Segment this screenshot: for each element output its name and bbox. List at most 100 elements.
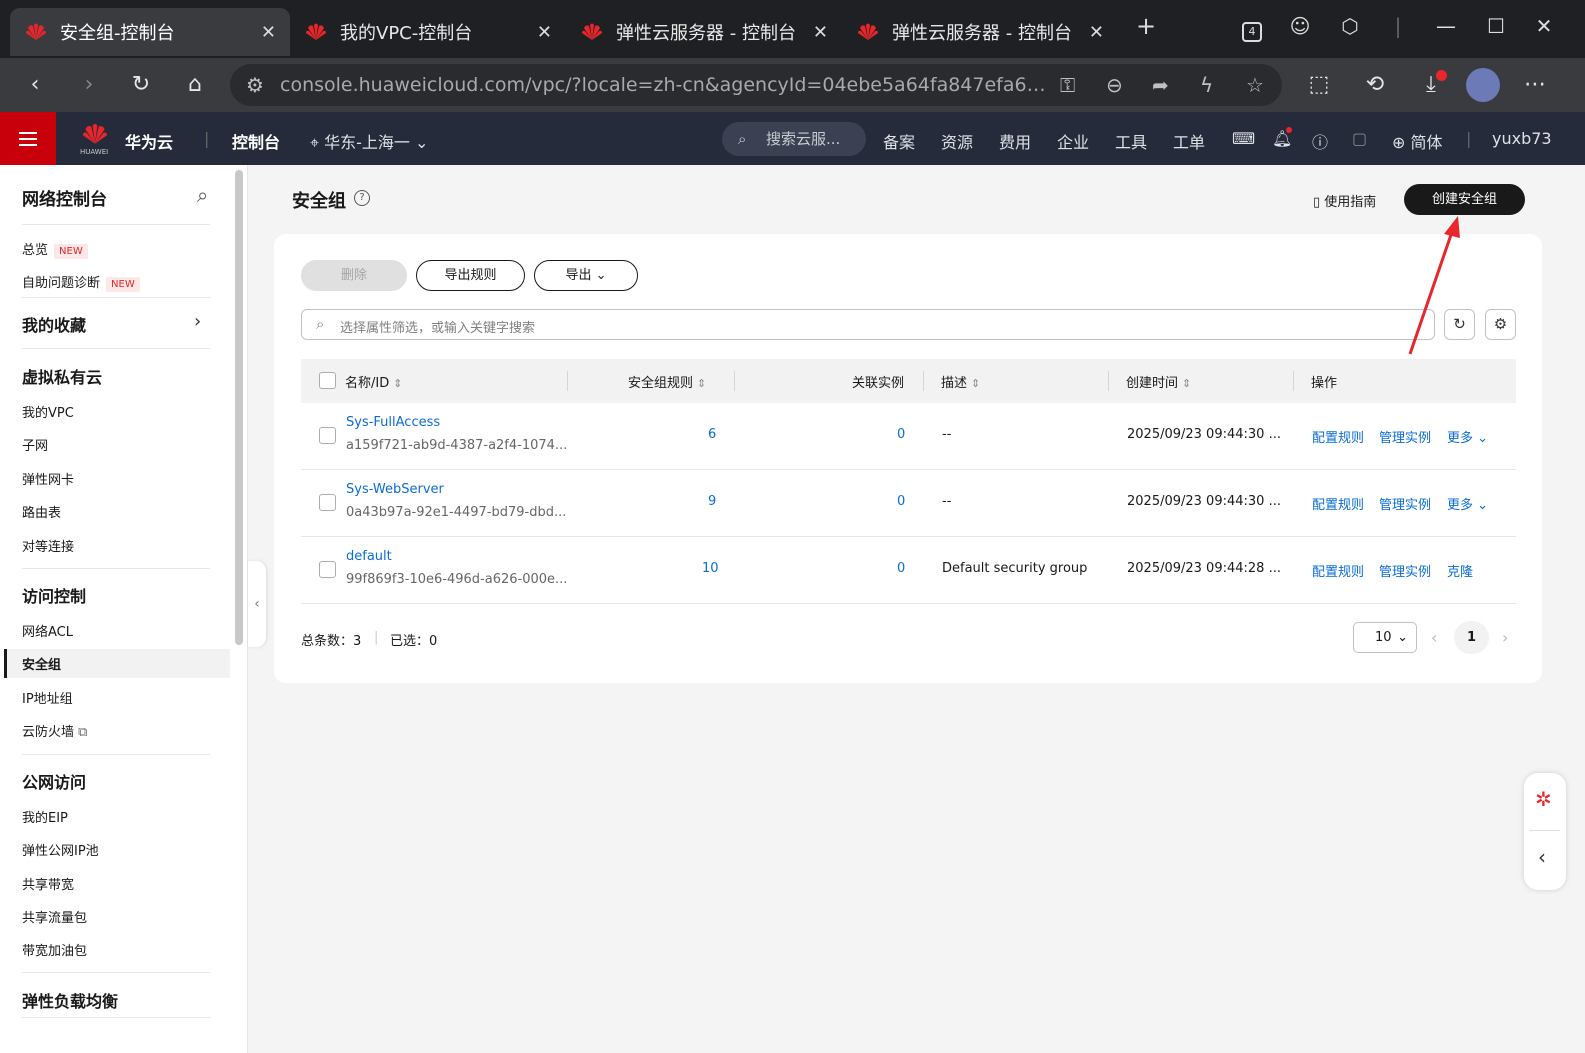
instances-count-link[interactable]: 0 [897, 427, 905, 442]
maximize-icon[interactable]: ☐ [1480, 14, 1512, 38]
browser-tab[interactable]: 我的VPC-控制台 ✕ [290, 8, 566, 56]
row-checkbox[interactable] [319, 427, 336, 444]
close-icon[interactable]: ✕ [813, 22, 828, 43]
sort-icon[interactable]: ⇕ [1182, 377, 1191, 390]
console-link[interactable]: 控制台 [232, 129, 280, 153]
lightning-icon[interactable]: ϟ [1200, 73, 1213, 97]
browser-tab[interactable]: 安全组-控制台 ✕ [10, 8, 290, 56]
sidebar-item-overview[interactable]: 总览 NEW [22, 239, 88, 259]
user-menu[interactable]: yuxb73 [1492, 129, 1552, 148]
minimize-icon[interactable]: — [1430, 14, 1462, 38]
next-page-icon[interactable]: › [1502, 628, 1508, 647]
avatar[interactable] [1466, 68, 1500, 102]
sidebar-item-firewall[interactable]: 云防火墙 ⧉ [22, 721, 87, 740]
extension-icon[interactable]: ⬡ [1334, 14, 1366, 38]
column-header-name[interactable]: 名称/ID ⇕ [345, 372, 402, 391]
nav-tickets[interactable]: 工单 [1173, 129, 1205, 153]
extensions-icon[interactable]: ⬚ [1302, 68, 1336, 102]
sidebar-item-shared-bandwidth[interactable]: 共享带宽 [22, 874, 74, 893]
sidebar-item-route-table[interactable]: 路由表 [22, 502, 61, 521]
sidebar-item-subnet[interactable]: 子网 [22, 435, 48, 454]
column-header-desc[interactable]: 描述 ⇕ [941, 372, 980, 391]
home-icon[interactable]: ⌂ [178, 68, 212, 102]
instances-count-link[interactable]: 0 [897, 494, 905, 509]
nav-resources[interactable]: 资源 [941, 129, 973, 153]
bell-icon[interactable]: 🔔︎ [1272, 127, 1292, 148]
sort-icon[interactable]: ⇕ [971, 377, 980, 390]
export-rules-button[interactable]: 导出规则 [416, 260, 525, 291]
column-header-created[interactable]: 创建时间 ⇕ [1126, 372, 1191, 391]
search-input[interactable]: ⌕ 搜索云服... [722, 122, 866, 156]
prev-page-icon[interactable]: ‹ [1431, 628, 1437, 647]
nav-beian[interactable]: 备案 [883, 129, 915, 153]
key-icon[interactable]: ⚿ [1060, 73, 1075, 97]
nav-billing[interactable]: 费用 [999, 129, 1031, 153]
manage-instances-link[interactable]: 管理实例 [1379, 561, 1431, 580]
sidebar-item-eip[interactable]: 我的EIP [22, 807, 68, 826]
nav-enterprise[interactable]: 企业 [1057, 129, 1089, 153]
terminal-icon[interactable]: ⌨ [1232, 129, 1255, 148]
close-window-icon[interactable]: ✕ [1528, 14, 1560, 38]
close-icon[interactable]: ✕ [537, 22, 552, 43]
configure-rules-link[interactable]: 配置规则 [1312, 561, 1364, 580]
new-tab-icon[interactable]: + [1130, 12, 1162, 40]
assistant-icon[interactable]: ✲ [1535, 787, 1552, 811]
export-dropdown[interactable]: 导出 ⌄ [534, 260, 638, 291]
sidebar-scrollbar[interactable] [235, 170, 243, 645]
help-icon[interactable]: ? [354, 190, 370, 206]
language-selector[interactable]: ⊕ 简体 [1392, 129, 1443, 153]
search-icon[interactable]: ⌕ [197, 183, 208, 207]
zoom-out-icon[interactable]: ⊖ [1106, 73, 1123, 97]
menu-icon[interactable] [0, 112, 56, 165]
forward-icon[interactable]: › [72, 68, 106, 102]
filter-search-input[interactable]: ⌕ 选择属性筛选，或输入关键字搜索 [301, 309, 1435, 340]
delete-button[interactable]: 删除 [301, 260, 407, 291]
user-guide-link[interactable]: ▯ 使用指南 [1313, 191, 1376, 210]
more-dropdown[interactable]: 更多 ⌄ [1447, 494, 1488, 513]
share-icon[interactable]: ➦ [1152, 73, 1169, 97]
sort-icon[interactable]: ⇕ [393, 377, 402, 390]
sidebar-item-eip-pool[interactable]: 弹性公网IP池 [22, 840, 99, 859]
back-icon[interactable]: ‹ [18, 68, 52, 102]
reload-icon[interactable]: ↻ [124, 68, 158, 102]
section-elb[interactable]: 弹性负载均衡 [22, 988, 118, 1012]
sidebar-item-bandwidth-addon[interactable]: 带宽加油包 [22, 940, 87, 959]
group-name-link[interactable]: Sys-FullAccess [346, 415, 440, 430]
column-header-rules[interactable]: 安全组规则 ⇕ [628, 372, 706, 391]
sidebar-item-traffic-package[interactable]: 共享流量包 [22, 907, 87, 926]
download-icon[interactable]: ⤓ [1414, 68, 1448, 102]
sidebar-item-eni[interactable]: 弹性网卡 [22, 469, 74, 488]
history-icon[interactable]: ⟲ [1358, 68, 1392, 102]
sidebar-item-ip-group[interactable]: IP地址组 [22, 688, 73, 707]
sidebar-item-peering[interactable]: 对等连接 [22, 536, 74, 555]
manage-instances-link[interactable]: 管理实例 [1379, 494, 1431, 513]
select-all-checkbox[interactable] [319, 372, 336, 389]
more-dropdown[interactable]: 更多 ⌄ [1447, 427, 1488, 446]
sidebar-item-diagnosis[interactable]: 自助问题诊断 NEW [22, 272, 140, 292]
incognito-icon[interactable]: ☺ [1284, 14, 1316, 38]
page-size-select[interactable]: 10 ⌄ [1353, 622, 1417, 653]
url-field[interactable]: ⚙ console.huaweicloud.com/vpc/?locale=zh… [230, 64, 1282, 106]
row-checkbox[interactable] [319, 494, 336, 511]
row-checkbox[interactable] [319, 561, 336, 578]
settings-icon[interactable]: ⚙ [1485, 309, 1516, 340]
sidebar-item-security-group[interactable]: 安全组 [22, 654, 61, 673]
group-name-link[interactable]: default [346, 549, 392, 564]
rules-count-link[interactable]: 6 [708, 427, 716, 442]
brand-name[interactable]: 华为云 [125, 129, 173, 153]
page-number[interactable]: 1 [1454, 621, 1489, 654]
browser-tab[interactable]: 弹性云服务器 - 控制台 ✕ [566, 8, 842, 56]
browser-tab[interactable]: 弹性云服务器 - 控制台 ✕ [842, 8, 1118, 56]
instances-count-link[interactable]: 0 [897, 561, 905, 576]
nav-tools[interactable]: 工具 [1115, 129, 1147, 153]
more-menu-icon[interactable]: ⋯ [1518, 68, 1552, 102]
manage-instances-link[interactable]: 管理实例 [1379, 427, 1431, 446]
rules-count-link[interactable]: 9 [708, 494, 716, 509]
clone-link[interactable]: 克隆 [1447, 561, 1473, 580]
rules-count-link[interactable]: 10 [702, 561, 719, 576]
collapse-sidebar-icon[interactable]: ‹ [248, 561, 266, 647]
close-icon[interactable]: ✕ [261, 22, 276, 43]
tab-count-icon[interactable]: 4 [1236, 16, 1268, 42]
feedback-icon[interactable]: ▢ [1352, 129, 1367, 148]
sidebar-item-acl[interactable]: 网络ACL [22, 621, 73, 640]
